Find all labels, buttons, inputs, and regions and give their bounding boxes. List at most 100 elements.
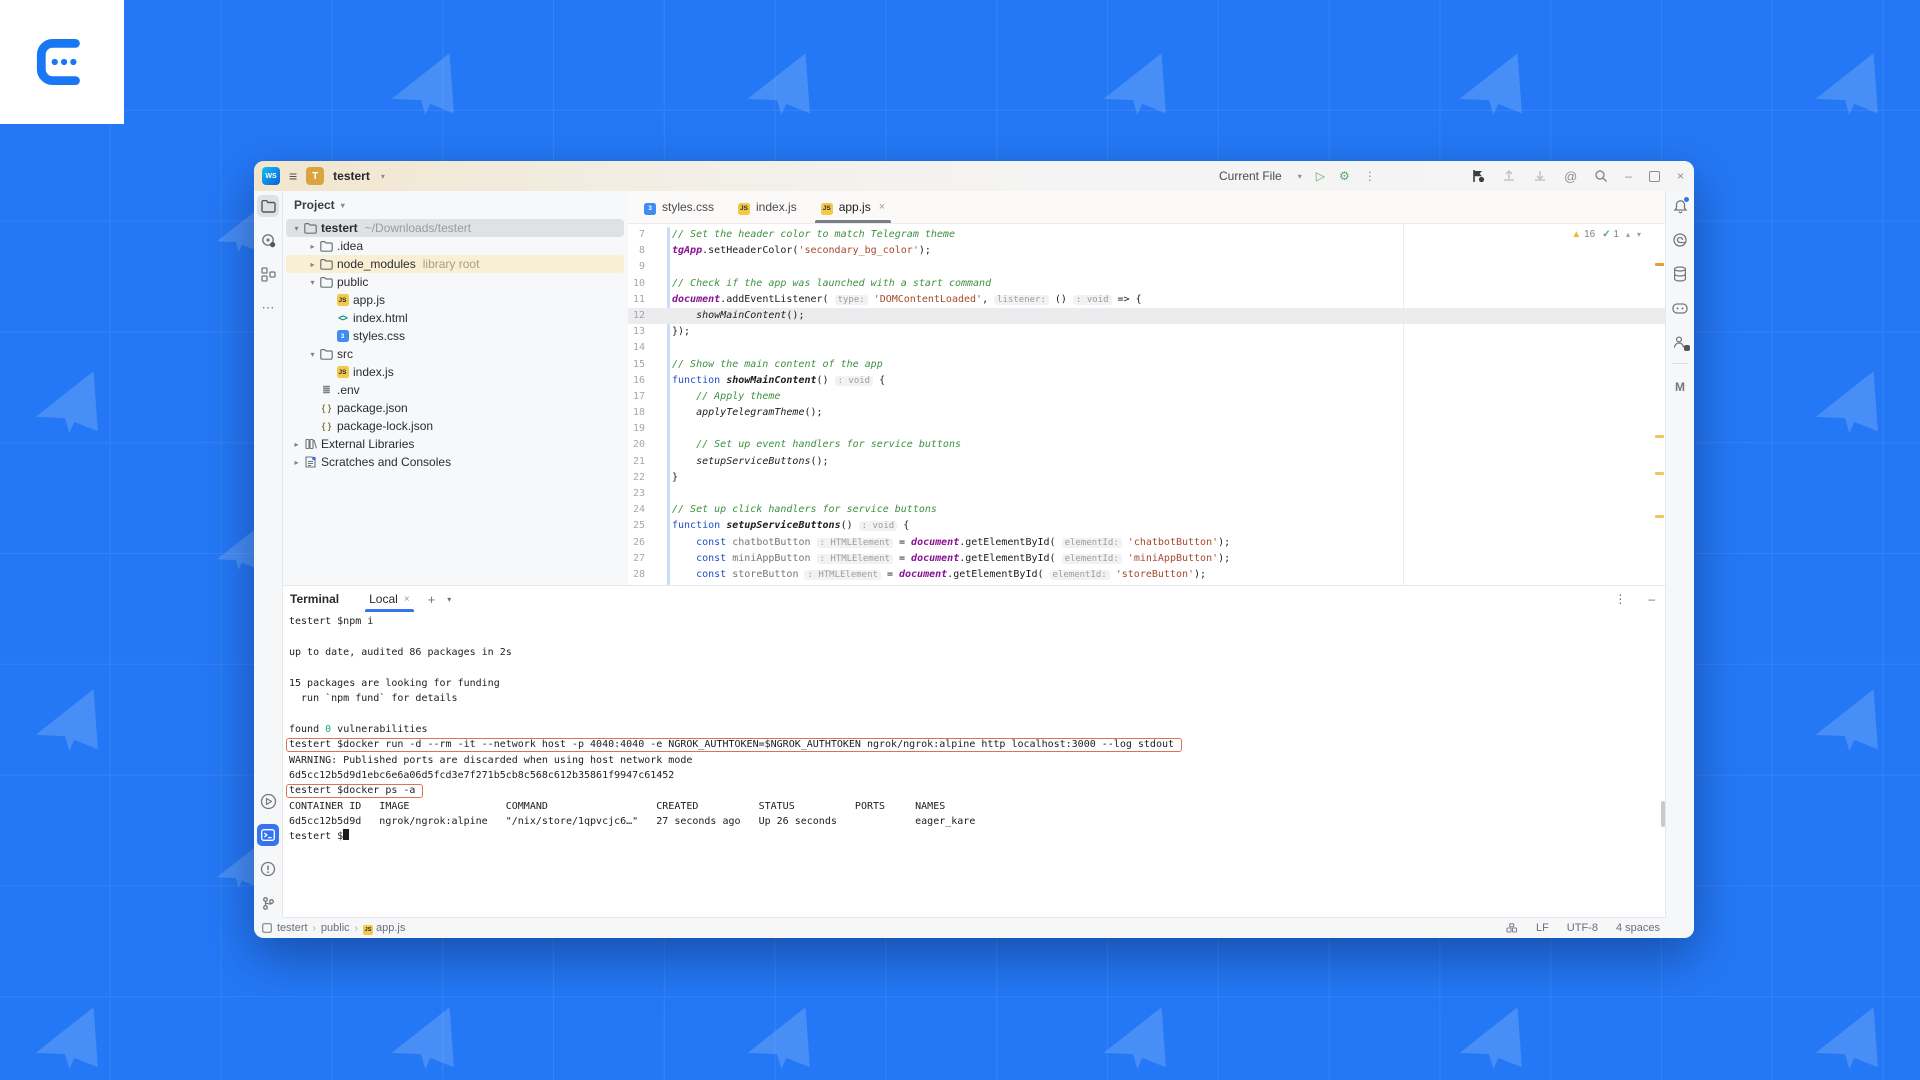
structure-tool-icon[interactable]: [257, 263, 279, 285]
tree-item-src[interactable]: ▾src: [286, 345, 624, 363]
close-button[interactable]: ×: [1677, 169, 1684, 183]
code-line-10[interactable]: 10// Check if the app was launched with …: [628, 276, 1667, 292]
more-actions-icon[interactable]: ⋮: [1364, 169, 1376, 183]
tree-item-app-js[interactable]: JSapp.js: [286, 291, 624, 309]
terminal-options-icon[interactable]: ⋮: [1614, 592, 1626, 606]
code-line-21[interactable]: 21 setupServiceButtons();: [628, 454, 1667, 470]
database-icon[interactable]: [1669, 263, 1691, 285]
run-button[interactable]: ▷: [1316, 169, 1325, 183]
tree-item-external-libraries[interactable]: ▸External Libraries: [286, 435, 624, 453]
chevron-down-icon[interactable]: ▾: [1298, 172, 1302, 181]
editor-tab-app-js[interactable]: JSapp.js×: [809, 191, 897, 223]
containers-icon[interactable]: [1506, 923, 1518, 934]
code-area[interactable]: ▲ 16 ✓ 1 ▴ ▾ 7// Set the header color to…: [628, 223, 1667, 585]
code-with-me-icon[interactable]: @: [1564, 169, 1577, 184]
ai-assistant-icon[interactable]: [1669, 229, 1691, 251]
tree-item-scratches-and-consoles[interactable]: ▸Scratches and Consoles: [286, 453, 624, 471]
hide-terminal-icon[interactable]: –: [1648, 592, 1655, 606]
editor-tab-index-js[interactable]: JSindex.js: [726, 191, 809, 223]
code-line-17[interactable]: 17 // Apply theme: [628, 389, 1667, 405]
notifications-bell-icon[interactable]: [1669, 195, 1691, 217]
close-tab-icon[interactable]: ×: [404, 594, 410, 605]
code-line-22[interactable]: 22}: [628, 470, 1667, 486]
tree-item--env[interactable]: ≣.env: [286, 381, 624, 399]
code-line-25[interactable]: 25function setupServiceButtons() : void …: [628, 518, 1667, 534]
code-line-26[interactable]: 26 const chatbotButton : HTMLElement = d…: [628, 535, 1667, 551]
tree-item-package-lock-json[interactable]: { }package-lock.json: [286, 417, 624, 435]
code-line-19[interactable]: 19: [628, 421, 1667, 437]
terminal-title[interactable]: Terminal: [290, 592, 339, 606]
maximize-button[interactable]: [1649, 171, 1660, 182]
run-tool-icon[interactable]: [257, 790, 279, 812]
project-panel-title[interactable]: Project: [294, 198, 335, 212]
code-line-27[interactable]: 27 const miniAppButton : HTMLElement = d…: [628, 551, 1667, 567]
tree-item-subtitle: library root: [423, 257, 480, 271]
code-line-20[interactable]: 20 // Set up event handlers for service …: [628, 437, 1667, 453]
code-line-15[interactable]: 15// Show the main content of the app: [628, 357, 1667, 373]
terminal-tool-icon[interactable]: [257, 824, 279, 846]
run-configuration-selector[interactable]: Current File: [1219, 169, 1282, 183]
code-line-9[interactable]: 9: [628, 259, 1667, 275]
tree-item-styles-css[interactable]: 3styles.css: [286, 327, 624, 345]
merge-m-icon[interactable]: M: [1669, 376, 1691, 398]
code-line-7[interactable]: 7// Set the header color to match Telegr…: [628, 227, 1667, 243]
ide-window: WS ≡ T testert ▾ Current File ▾ ▷ ⚙ ⋮ @: [254, 161, 1694, 938]
tree-chevron-icon[interactable]: ▾: [290, 224, 303, 233]
status-utf-8[interactable]: UTF-8: [1567, 922, 1598, 934]
search-everywhere-icon[interactable]: [1594, 169, 1608, 183]
update-pull-icon[interactable]: [1533, 169, 1547, 183]
tree-item-node-modules[interactable]: ▸node_moduleslibrary root: [286, 255, 624, 273]
tree-item-package-json[interactable]: { }package.json: [286, 399, 624, 417]
tree-item-index-js[interactable]: JSindex.js: [286, 363, 624, 381]
status-lf[interactable]: LF: [1536, 922, 1549, 934]
tree-item-testert[interactable]: ▾testert~/Downloads/testert: [286, 219, 624, 237]
status-4-spaces[interactable]: 4 spaces: [1616, 922, 1660, 934]
close-tab-icon[interactable]: ×: [879, 201, 885, 213]
code-line-28[interactable]: 28 const storeButton : HTMLElement = doc…: [628, 567, 1667, 583]
problems-tool-icon[interactable]: [257, 858, 279, 880]
breadcrumb-public[interactable]: public: [321, 922, 350, 934]
code-line-23[interactable]: 23: [628, 486, 1667, 502]
main-menu-icon[interactable]: ≡: [289, 169, 297, 183]
tree-chevron-icon[interactable]: ▸: [290, 458, 303, 467]
editor-tab-styles-css[interactable]: 3styles.css: [632, 191, 726, 223]
breadcrumb-testert[interactable]: testert: [277, 922, 308, 934]
tree-chevron-icon[interactable]: ▾: [306, 278, 319, 287]
commit-push-icon[interactable]: [1502, 169, 1516, 183]
new-terminal-icon[interactable]: +: [428, 592, 436, 607]
code-line-18[interactable]: 18 applyTelegramTheme();: [628, 405, 1667, 421]
git-tool-icon[interactable]: [257, 892, 279, 914]
minimize-button[interactable]: –: [1625, 169, 1632, 183]
project-name[interactable]: testert: [333, 169, 370, 183]
code-line-11[interactable]: 11document.addEventListener( type: 'DOMC…: [628, 292, 1667, 308]
tree-chevron-icon[interactable]: ▾: [306, 350, 319, 359]
code-line-16[interactable]: 16function showMainContent() : void {: [628, 373, 1667, 389]
settings-gear-icon[interactable]: ⚙: [1339, 169, 1350, 183]
tree-item--idea[interactable]: ▸.idea: [286, 237, 624, 255]
code-line-12[interactable]: 12 showMainContent();: [628, 308, 1667, 324]
tree-item-label: .env: [337, 383, 360, 397]
tree-item-label: index.js: [353, 365, 394, 379]
chevron-down-icon[interactable]: ▾: [341, 201, 345, 210]
window-icon[interactable]: [262, 923, 272, 933]
profiler-flag-icon[interactable]: [1471, 169, 1485, 183]
project-tool-icon[interactable]: [257, 195, 279, 217]
tree-item-index-html[interactable]: <>index.html: [286, 309, 624, 327]
tree-item-public[interactable]: ▾public: [286, 273, 624, 291]
tree-chevron-icon[interactable]: ▸: [306, 260, 319, 269]
assistant-chat-icon[interactable]: [1669, 297, 1691, 319]
collaboration-icon[interactable]: [1669, 331, 1691, 353]
chevron-down-icon[interactable]: ▾: [447, 595, 451, 604]
code-line-13[interactable]: 13});: [628, 324, 1667, 340]
terminal-output[interactable]: testert $npm iup to date, audited 86 pac…: [282, 612, 1667, 919]
code-line-8[interactable]: 8tgApp.setHeaderColor('secondary_bg_colo…: [628, 243, 1667, 259]
tree-chevron-icon[interactable]: ▸: [306, 242, 319, 251]
terminal-tab-local[interactable]: Local ×: [365, 586, 414, 612]
more-tools-icon[interactable]: ⋯: [257, 297, 279, 319]
tree-chevron-icon[interactable]: ▸: [290, 440, 303, 449]
commit-tool-icon[interactable]: [257, 229, 279, 251]
chevron-down-icon[interactable]: ▾: [381, 172, 385, 181]
code-line-24[interactable]: 24// Set up click handlers for service b…: [628, 502, 1667, 518]
breadcrumb-app-js[interactable]: JSapp.js: [363, 922, 405, 935]
code-line-14[interactable]: 14: [628, 340, 1667, 356]
